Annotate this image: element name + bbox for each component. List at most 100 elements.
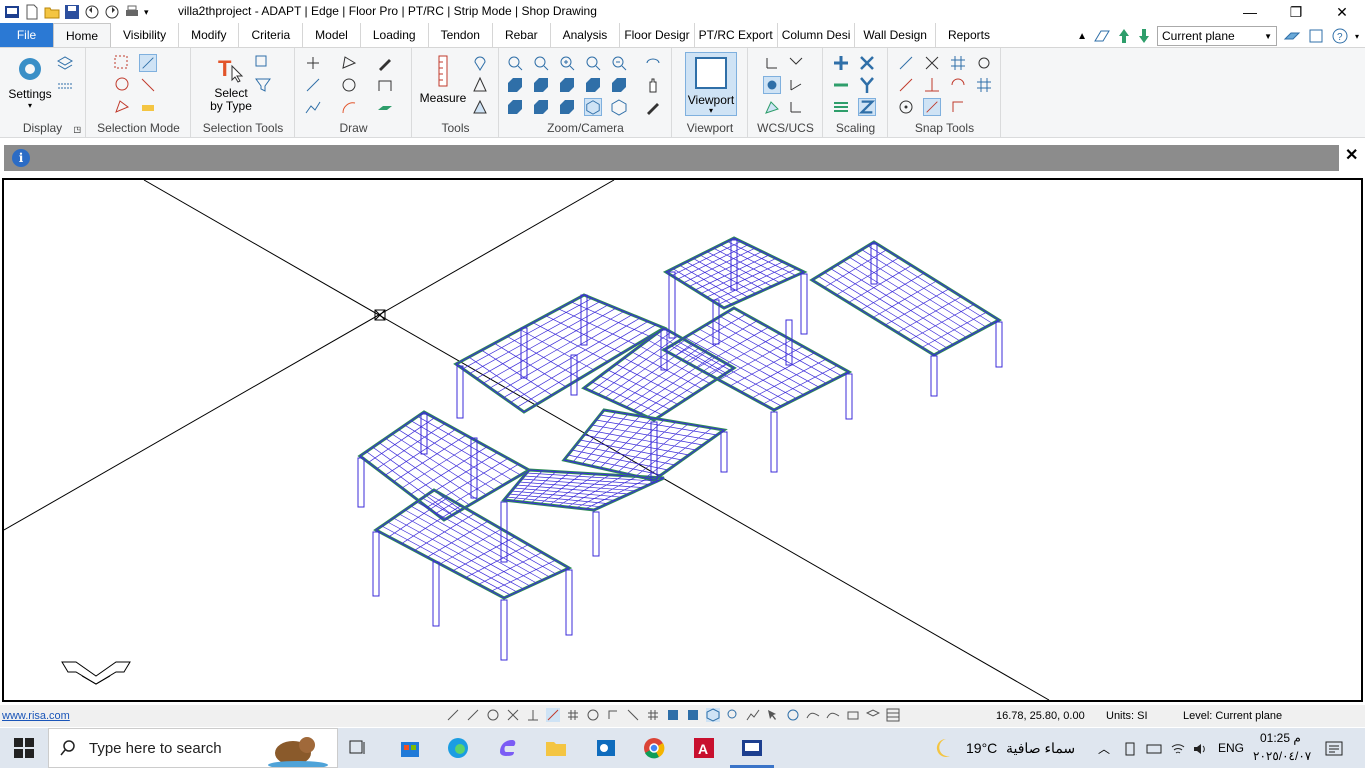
ucs-face-icon[interactable] [763, 98, 781, 116]
status-layers-icon[interactable] [866, 708, 880, 722]
scale-level-icon[interactable] [832, 98, 850, 116]
column[interactable] [930, 355, 938, 397]
status-line2-icon[interactable] [466, 708, 480, 722]
tab-ptrc-export[interactable]: PT/RC Export [695, 23, 778, 47]
point-icon[interactable] [304, 54, 322, 72]
snap-grid-points-icon[interactable] [975, 76, 993, 94]
line-draw-icon[interactable] [304, 76, 322, 94]
snap-mid-icon[interactable] [897, 76, 915, 94]
view-iso-3-icon[interactable] [558, 98, 576, 116]
status-curve2-icon[interactable] [826, 708, 840, 722]
tray-device-icon[interactable] [1122, 741, 1138, 757]
scale-z-icon[interactable] [858, 98, 876, 116]
windows-start-icon[interactable] [14, 738, 34, 758]
view-iso-1-icon[interactable] [506, 98, 524, 116]
restore-button[interactable]: ❐ [1273, 0, 1319, 24]
arc-draw-icon[interactable] [340, 98, 358, 116]
view-iso-4-icon[interactable] [584, 98, 602, 116]
level-up-icon[interactable] [1117, 27, 1131, 45]
redo-icon[interactable] [104, 4, 120, 20]
viewport-button[interactable]: Viewport ▾ [685, 52, 737, 116]
column[interactable] [456, 365, 464, 419]
ucs-rotate-icon[interactable] [787, 98, 805, 116]
area-icon[interactable] [471, 98, 489, 116]
tab-wall-design[interactable]: Wall Design [855, 23, 936, 47]
help-icon[interactable]: ? [1331, 27, 1349, 45]
zoom-window-icon[interactable] [506, 54, 524, 72]
volume-icon[interactable] [1192, 741, 1208, 757]
tab-visibility[interactable]: Visibility [111, 23, 180, 47]
risa-link[interactable]: www.risa.com [2, 710, 70, 722]
orbit-icon[interactable] [644, 54, 662, 72]
help-dropdown-icon[interactable]: ▾ [1355, 32, 1359, 41]
info-icon[interactable]: i [12, 149, 30, 167]
view-3d-icon[interactable] [1093, 27, 1111, 45]
polyline-draw-icon[interactable] [304, 98, 322, 116]
lasso-select-icon[interactable] [113, 76, 131, 94]
minimize-button[interactable]: — [1227, 0, 1273, 24]
collapse-ribbon-icon[interactable]: ▲ [1077, 31, 1087, 42]
column[interactable] [372, 531, 380, 597]
open-folder-icon[interactable] [44, 4, 60, 20]
slab-edge-beam[interactable] [357, 410, 533, 522]
file-explorer-icon[interactable] [544, 736, 568, 760]
view-right-icon[interactable] [558, 76, 576, 94]
plane-view-icon[interactable] [1283, 27, 1301, 45]
adapt-app-icon[interactable] [740, 736, 764, 760]
measure-button[interactable]: Measure [419, 54, 467, 105]
tab-model[interactable]: Model [303, 23, 361, 47]
3d-model-view[interactable] [4, 180, 1361, 700]
snap-grid-icon[interactable] [949, 54, 967, 72]
notification-icon[interactable] [1324, 739, 1344, 759]
zoom-previous-icon[interactable] [584, 54, 602, 72]
tray-keyboard-icon[interactable] [1146, 741, 1162, 757]
snap-perpendicular-icon[interactable] [923, 76, 941, 94]
tab-tendon[interactable]: Tendon [429, 23, 493, 47]
status-orbit-icon[interactable] [786, 708, 800, 722]
highlight-select-icon[interactable] [139, 98, 157, 116]
ucs-3point-icon[interactable] [787, 76, 805, 94]
view-iso-5-icon[interactable] [610, 98, 628, 116]
zoom-out-icon[interactable] [610, 54, 628, 72]
scale-uniform-icon[interactable] [832, 54, 850, 72]
status-view3-icon[interactable] [706, 708, 720, 722]
info-close-button[interactable]: ✕ [1345, 145, 1358, 165]
clock-time[interactable]: 01:25 م [1260, 731, 1301, 745]
autocad-icon[interactable]: A [692, 736, 716, 760]
tab-modify[interactable]: Modify [179, 23, 240, 47]
slab-draw-icon[interactable] [376, 98, 394, 116]
column[interactable] [592, 511, 600, 557]
status-circle-icon[interactable] [486, 708, 500, 722]
language-indicator[interactable]: ENG [1218, 741, 1244, 755]
scale-y-icon[interactable] [858, 76, 876, 94]
chrome-icon[interactable] [642, 736, 666, 760]
snap-nearest-icon[interactable] [949, 76, 967, 94]
camera-pen-icon[interactable] [644, 98, 662, 116]
tray-overflow-icon[interactable]: ︿ [1098, 740, 1110, 757]
polygon-select-icon[interactable] [113, 98, 131, 116]
status-snap-icon[interactable] [626, 708, 640, 722]
snap-end-icon[interactable] [897, 54, 915, 72]
status-table-icon[interactable] [886, 708, 900, 722]
column[interactable] [995, 321, 1003, 368]
zoom-in-icon[interactable] [558, 54, 576, 72]
tab-file[interactable]: File [0, 23, 53, 47]
print-icon[interactable] [124, 4, 140, 20]
tab-criteria[interactable]: Criteria [239, 23, 304, 47]
tab-analysis[interactable]: Analysis [551, 23, 621, 47]
store-icon[interactable] [398, 736, 422, 760]
all-levels-icon[interactable] [1307, 27, 1325, 45]
status-solid-icon[interactable] [846, 708, 860, 722]
tab-rebar[interactable]: Rebar [493, 23, 551, 47]
close-button[interactable]: ✕ [1319, 0, 1365, 24]
customize-dropdown-icon[interactable]: ▾ [144, 7, 149, 18]
select-by-type-button[interactable]: T Select by Type [204, 54, 258, 113]
column[interactable] [845, 373, 853, 420]
copilot-icon[interactable] [496, 736, 520, 760]
column[interactable] [432, 561, 440, 627]
clock-date[interactable]: ٢٠٢٥/٠٤/٠٧ [1253, 749, 1311, 763]
edge-browser-icon[interactable] [446, 736, 470, 760]
snap-center-icon[interactable] [897, 98, 915, 116]
ucs-world-icon[interactable] [763, 76, 781, 94]
snap-node-icon[interactable] [975, 54, 993, 72]
